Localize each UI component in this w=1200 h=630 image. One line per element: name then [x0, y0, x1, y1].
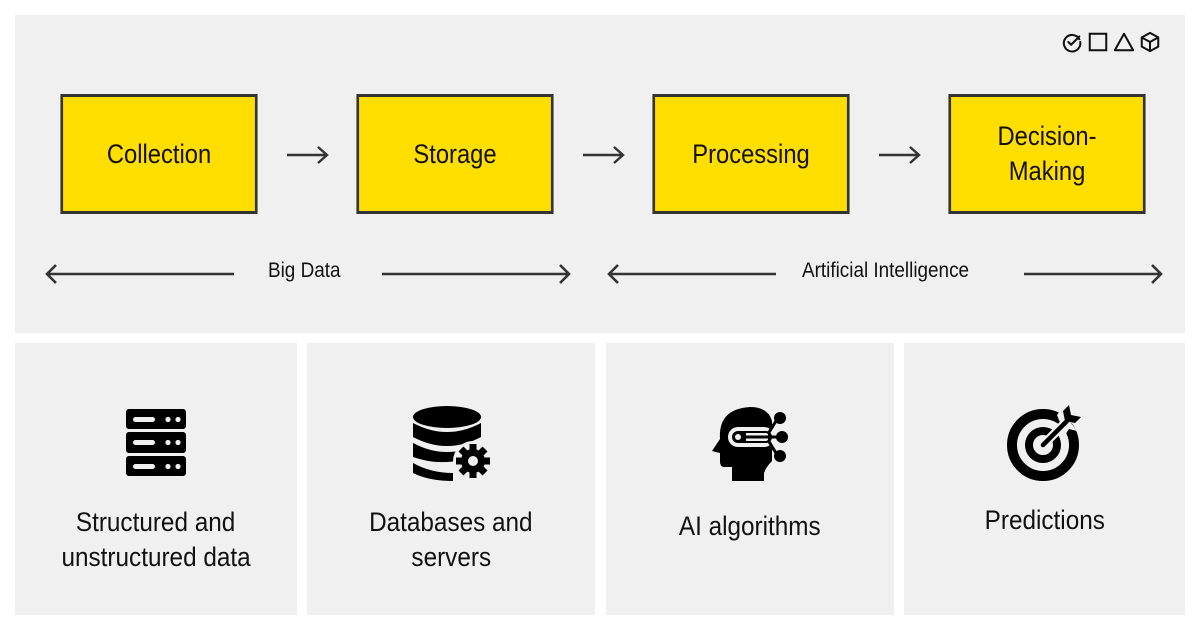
card-caption: Predictions	[904, 503, 1185, 538]
right-span-arrow-icon	[1024, 264, 1163, 284]
card-caption: Databases and servers	[307, 505, 595, 575]
card-caption: Structured and unstructured data	[15, 505, 297, 575]
card-databases-servers: Databases and servers	[307, 343, 595, 615]
stage-collection: Collection	[60, 94, 258, 214]
card-structured-data: Structured and unstructured data	[15, 343, 297, 615]
database-gear-icon	[411, 401, 491, 481]
right-arrow-icon	[583, 146, 625, 164]
span-label: Big Data	[268, 259, 341, 282]
brand-icons	[1061, 31, 1161, 53]
ai-head-icon	[710, 401, 790, 481]
server-rack-icon	[116, 401, 196, 481]
card-caption-line-1: Databases and	[369, 507, 533, 537]
card-caption: AI algorithms	[606, 509, 894, 544]
cube-icon	[1140, 31, 1160, 53]
target-arrow-icon	[1005, 401, 1085, 481]
card-caption-line-1: Structured and	[76, 507, 236, 537]
stage-label-line-1: Decision-	[997, 121, 1097, 151]
card-caption-line-1: AI algorithms	[679, 511, 821, 541]
stage-decision-making: Decision- Making	[948, 94, 1146, 214]
card-caption-line-1: Predictions	[984, 505, 1105, 535]
card-caption-line-2: servers	[411, 542, 491, 572]
right-arrow-icon	[287, 146, 329, 164]
card-ai-algorithms: AI algorithms	[606, 343, 894, 615]
left-span-arrow-icon	[45, 264, 234, 284]
stage-storage: Storage	[356, 94, 554, 214]
right-span-arrow-icon	[382, 264, 571, 284]
card-predictions: Predictions	[904, 343, 1185, 615]
triangle-icon	[1113, 32, 1135, 52]
span-label: Artificial Intelligence	[802, 259, 970, 282]
right-arrow-icon	[879, 146, 921, 164]
square-icon	[1088, 32, 1108, 52]
stage-label-line-2: Making	[1008, 156, 1086, 186]
card-caption-line-2: unstructured data	[61, 542, 251, 572]
stage-label: Storage	[413, 138, 497, 169]
stage-processing: Processing	[652, 94, 850, 214]
left-span-arrow-icon	[607, 264, 776, 284]
stage-label: Processing	[692, 138, 810, 169]
stage-label: Collection	[106, 138, 212, 169]
check-circle-icon	[1062, 33, 1082, 53]
